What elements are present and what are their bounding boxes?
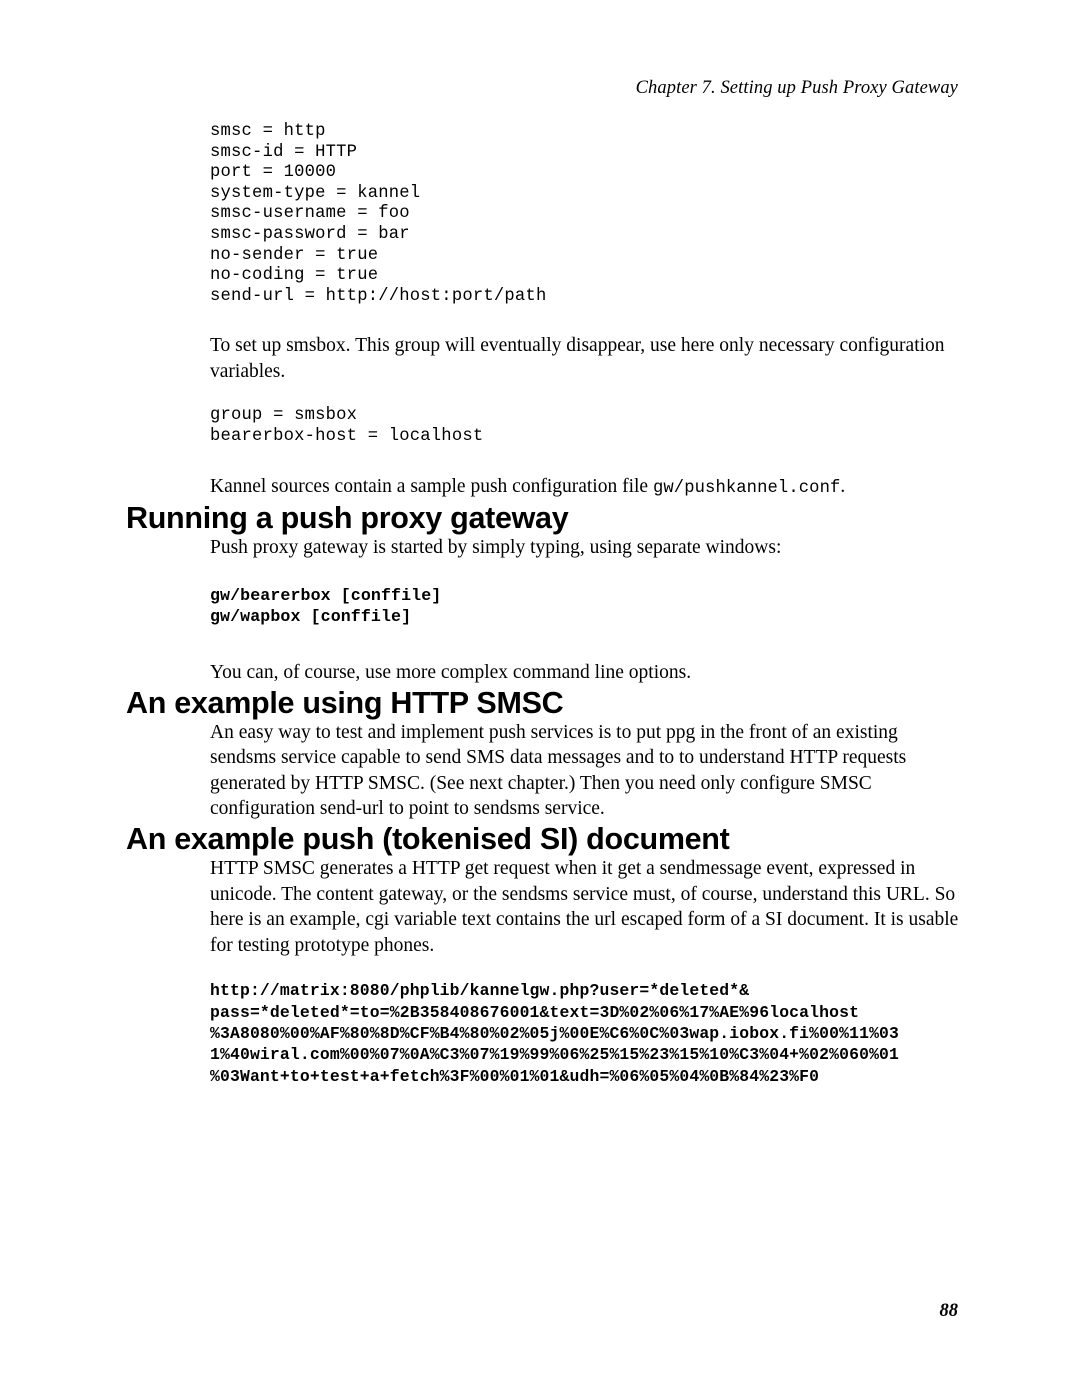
running-outro-wrapper: You can, of course, use more complex com… — [210, 660, 964, 686]
heading-an-example-push-tokenised-si-document: An example push (tokenised SI) document — [126, 821, 730, 856]
sample-conf-text-after: . — [840, 475, 846, 497]
run-commands-block-wrapper: gw/bearerbox [conffile] gw/wapbox [conff… — [210, 585, 964, 629]
running-intro-paragraph: Push proxy gateway is started by simply … — [210, 537, 782, 559]
smsc-config-block-wrapper: smsc = http smsc-id = HTTP port = 10000 … — [210, 122, 964, 307]
smsbox-config-block-wrapper: group = smsbox bearerbox-host = localhos… — [210, 406, 964, 447]
sample-conf-file-path: gw/pushkannel.conf — [652, 478, 841, 498]
si-url-code-block: http://matrix:8080/phplib/kannelgw.php?u… — [210, 981, 900, 1086]
sample-conf-paragraph-wrapper: Kannel sources contain a sample push con… — [210, 474, 964, 502]
http-smsc-paragraph: An easy way to test and implement push s… — [210, 721, 907, 820]
smsbox-intro-paragraph: To set up smsbox. This group will eventu… — [210, 335, 945, 382]
page-content: smsc = http smsc-id = HTTP port = 10000 … — [126, 122, 964, 1087]
heading-running-push-proxy-gateway: Running a push proxy gateway — [126, 501, 569, 536]
smsbox-intro-wrapper: To set up smsbox. This group will eventu… — [210, 333, 964, 384]
running-outro-paragraph: You can, of course, use more complex com… — [210, 662, 692, 684]
sample-conf-text-before: Kannel sources contain a sample push con… — [210, 475, 653, 497]
tokenised-si-paragraph-wrapper: HTTP SMSC generates a HTTP get request w… — [210, 856, 964, 958]
smsbox-config-code-block: group = smsbox bearerbox-host = localhos… — [210, 406, 484, 446]
http-smsc-paragraph-wrapper: An easy way to test and implement push s… — [210, 720, 964, 822]
document-page: Chapter 7. Setting up Push Proxy Gateway… — [0, 0, 1080, 1398]
page-number: 88 — [939, 1301, 959, 1321]
heading-an-example-using-http-smsc: An example using HTTP SMSC — [126, 685, 564, 720]
si-url-block-wrapper: http://matrix:8080/phplib/kannelgw.php?u… — [210, 980, 964, 1087]
sample-conf-paragraph: Kannel sources contain a sample push con… — [210, 474, 964, 502]
smsc-config-code-block: smsc = http smsc-id = HTTP port = 10000 … — [210, 122, 547, 306]
running-intro-wrapper: Push proxy gateway is started by simply … — [210, 535, 964, 561]
run-commands-code-block: gw/bearerbox [conffile] gw/wapbox [conff… — [210, 585, 442, 627]
running-header-chapter-title: Chapter 7. Setting up Push Proxy Gateway — [635, 78, 958, 98]
tokenised-si-paragraph: HTTP SMSC generates a HTTP get request w… — [210, 858, 959, 956]
